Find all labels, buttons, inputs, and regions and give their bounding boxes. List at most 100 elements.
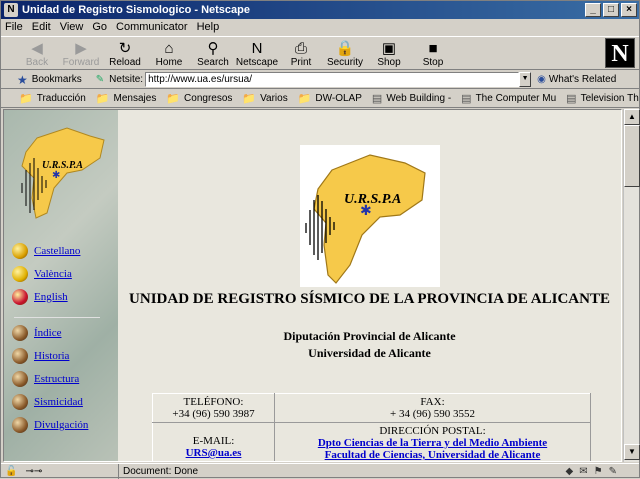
- sidebar-item-label[interactable]: Índice: [34, 327, 61, 339]
- forward-button[interactable]: ▶ Forward: [59, 37, 103, 69]
- bookmarks-icon: ★: [17, 72, 28, 87]
- personal-toolbar-label: Television Them: [580, 93, 639, 104]
- netscape-logo[interactable]: N: [605, 38, 635, 68]
- security-label: Security: [326, 57, 364, 68]
- language-link-label[interactable]: English: [34, 291, 68, 303]
- reload-icon: ↻: [118, 40, 132, 57]
- netscape-app-icon[interactable]: N: [4, 3, 18, 17]
- menu-communicator[interactable]: Communicator: [116, 21, 188, 33]
- forward-label: Forward: [62, 57, 100, 68]
- language-link-castellano[interactable]: Castellano: [12, 243, 80, 259]
- flag-globe-icon: [12, 243, 28, 259]
- flag-globe-icon: [12, 266, 28, 282]
- personal-toolbar-item[interactable]: 📁 Traducción: [19, 92, 86, 105]
- navigator-icon[interactable]: ◆: [566, 466, 574, 477]
- mail-icon[interactable]: ✉: [579, 466, 587, 477]
- scroll-up-button[interactable]: ▲: [624, 109, 640, 125]
- folder-icon: 📁: [297, 93, 312, 105]
- fax-cell: FAX: + 34 (96) 590 3552: [274, 393, 591, 423]
- postal-cell: DIRECCIÓN POSTAL: Dpto Ciencias de la Ti…: [274, 422, 591, 461]
- logo-text: U.R.S.P.A: [344, 192, 401, 207]
- whats-related-button[interactable]: ◉ What's Related: [537, 74, 616, 85]
- bullet-sphere-icon: [12, 371, 28, 387]
- small-map-logo[interactable]: U.R.S.P.A ✱: [12, 118, 112, 228]
- shop-label: Shop: [377, 57, 401, 68]
- back-label: Back: [25, 57, 49, 68]
- sidebar-item[interactable]: Índice: [12, 325, 61, 341]
- page-title: UNIDAD DE REGISTRO SÍSMICO DE LA PROVINC…: [129, 291, 610, 307]
- close-button[interactable]: ×: [621, 3, 637, 17]
- scroll-thumb[interactable]: [624, 125, 640, 187]
- netsite-label: ✎ Netsite:: [95, 74, 144, 85]
- postal-link-faculty[interactable]: Facultad de Ciencias, Universidad de Ali…: [279, 449, 586, 461]
- sidebar: U.R.S.P.A ✱ Castellano València English Ín…: [4, 110, 118, 461]
- language-link-label[interactable]: Castellano: [34, 245, 80, 257]
- personal-toolbar-item[interactable]: ▤Television Them: [566, 92, 639, 105]
- maximize-button[interactable]: □: [603, 3, 619, 17]
- sidebar-item[interactable]: Sismicidad: [12, 394, 83, 410]
- personal-toolbar-label: Mensajes: [113, 93, 157, 104]
- personal-toolbar-label: Traducción: [36, 93, 86, 104]
- bookmarks-button[interactable]: ★ Bookmarks: [17, 73, 82, 87]
- status-icons: 🔓 ⊸⊸: [1, 463, 119, 479]
- stop-label: Stop: [422, 57, 444, 68]
- reload-button[interactable]: ↻ Reload: [103, 37, 147, 69]
- bookmark-page-icon: ▤: [371, 93, 383, 105]
- netscape-button[interactable]: N Netscape: [235, 37, 279, 69]
- sidebar-item-label[interactable]: Estructura: [34, 373, 79, 385]
- sidebar-item-label[interactable]: Historia: [34, 350, 69, 362]
- sidebar-item[interactable]: Estructura: [12, 371, 79, 387]
- stop-button[interactable]: ■ Stop: [411, 37, 455, 69]
- personal-toolbar-item[interactable]: ▤ Web Building -: [372, 92, 451, 105]
- status-text: Document: Done: [123, 465, 199, 477]
- minimize-button[interactable]: _: [585, 3, 601, 17]
- shop-button[interactable]: ▣ Shop: [367, 37, 411, 69]
- email-link[interactable]: URS@ua.es: [157, 447, 270, 459]
- sidebar-divider: [14, 317, 100, 318]
- menu-go[interactable]: Go: [92, 21, 107, 33]
- personal-toolbar-item[interactable]: 📁 Congresos: [166, 92, 232, 105]
- fax-label: FAX:: [420, 396, 445, 408]
- home-button[interactable]: ⌂ Home: [147, 37, 191, 69]
- language-link-valència[interactable]: València: [12, 266, 72, 282]
- newsgroup-icon[interactable]: ⚑: [594, 466, 603, 477]
- language-link-label[interactable]: València: [34, 268, 72, 280]
- language-link-english[interactable]: English: [12, 289, 68, 305]
- ursa-logo: U.R.S.P.A ✱: [300, 145, 440, 287]
- search-button[interactable]: ⚲ Search: [191, 37, 235, 69]
- menu-file[interactable]: File: [5, 21, 23, 33]
- security-button[interactable]: 🔒 Security: [323, 37, 367, 69]
- url-input[interactable]: [145, 72, 520, 87]
- sidebar-item-label[interactable]: Sismicidad: [34, 396, 83, 408]
- personal-toolbar-item[interactable]: ▤ The Computer Mu: [461, 92, 556, 105]
- sidebar-item-label[interactable]: Divulgación: [34, 419, 88, 431]
- menu-view[interactable]: View: [60, 21, 84, 33]
- location-icon[interactable]: ✎: [96, 74, 104, 85]
- sidebar-item[interactable]: Divulgación: [12, 417, 88, 433]
- bullet-sphere-icon: [12, 325, 28, 341]
- home-label: Home: [155, 57, 183, 68]
- flag-globe-icon: [12, 289, 28, 305]
- folder-icon: 📁: [95, 93, 110, 105]
- print-button[interactable]: ⎙ Print: [279, 37, 323, 69]
- composer-icon[interactable]: ✎: [609, 466, 617, 477]
- security-status-icon[interactable]: 🔓: [5, 466, 17, 477]
- vertical-scrollbar[interactable]: ▲ ▼: [623, 109, 640, 462]
- reload-label: Reload: [109, 57, 141, 68]
- menu-edit[interactable]: Edit: [32, 21, 51, 33]
- menu-help[interactable]: Help: [197, 21, 220, 33]
- subtitle-diputacion: Diputación Provincial de Alicante: [283, 329, 456, 343]
- url-dropdown-button[interactable]: ▼: [519, 72, 532, 87]
- personal-toolbar-item[interactable]: 📁 DW-OLAP: [298, 92, 362, 105]
- netscape-icon: N: [251, 39, 263, 57]
- scroll-down-button[interactable]: ▼: [624, 444, 640, 460]
- personal-toolbar-label: The Computer Mu: [475, 93, 557, 104]
- sidebar-item[interactable]: Historia: [12, 348, 69, 364]
- personal-toolbar-item[interactable]: 📁 Mensajes: [96, 92, 157, 105]
- back-button[interactable]: ◀ Back: [15, 37, 59, 69]
- personal-toolbar-item[interactable]: 📁 Varios: [242, 92, 287, 105]
- postal-link-department[interactable]: Dpto Ciencias de la Tierra y del Medio A…: [279, 437, 586, 449]
- phone-value: +34 (96) 590 3987: [172, 408, 255, 420]
- print-label: Print: [290, 57, 312, 68]
- window-title: Unidad de Registro Sismologico - Netscap…: [22, 4, 250, 16]
